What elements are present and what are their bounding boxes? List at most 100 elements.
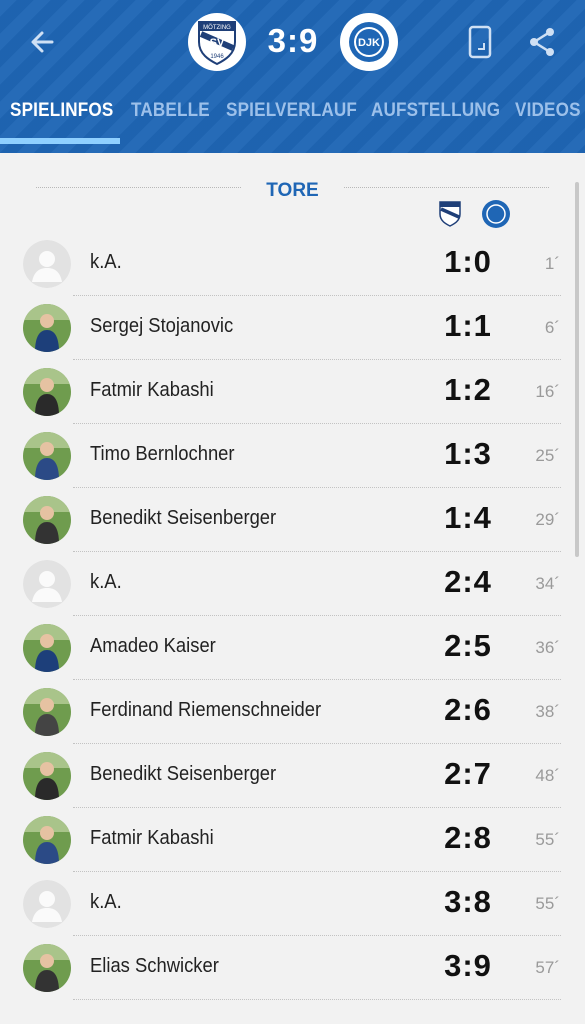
goal-row[interactable]: k.A. 2:4 34´ <box>0 552 585 616</box>
player-photo <box>23 624 71 672</box>
goal-row[interactable]: Fatmir Kabashi 1:2 16´ <box>0 360 585 424</box>
avatar-placeholder-icon <box>23 560 71 608</box>
scorer-name: Timo Bernlochner <box>90 443 235 465</box>
player-photo <box>23 496 71 544</box>
player-photo-icon <box>23 816 71 864</box>
top-bar: MÖTZING SV 1946 3:9 DJK <box>0 0 585 84</box>
scorer-name: Sergej Stojanovic <box>90 315 234 337</box>
goal-row[interactable]: Sergej Stojanovic 1:1 6´ <box>0 296 585 360</box>
goal-row[interactable]: k.A. 3:8 55´ <box>0 872 585 936</box>
scorer-name: Benedikt Seisenberger <box>90 507 277 529</box>
row-divider <box>73 999 561 1000</box>
player-photo-icon <box>23 624 71 672</box>
player-photo-icon <box>23 688 71 736</box>
running-score: 1:0 <box>444 244 492 279</box>
running-score: 2:7 <box>444 756 492 791</box>
section-divider-right <box>344 187 549 188</box>
person-silhouette-icon <box>23 880 71 928</box>
running-score: 2:5 <box>444 628 492 663</box>
goal-row[interactable]: Fatmir Kabashi 2:8 55´ <box>0 808 585 872</box>
scorer-name: k.A. <box>90 891 122 913</box>
player-photo-icon <box>23 496 71 544</box>
tab-spielverlauf[interactable]: SPIELVERLAUF <box>226 100 357 122</box>
goal-minute: 34´ <box>535 574 560 593</box>
player-photo-icon <box>23 304 71 352</box>
home-mini-crest <box>436 200 464 228</box>
player-photo <box>23 368 71 416</box>
tab-aufstellung[interactable]: AUFSTELLUNG <box>371 100 500 122</box>
home-team-crest[interactable]: MÖTZING SV 1946 <box>188 13 246 71</box>
player-photo-icon <box>23 432 71 480</box>
player-photo <box>23 688 71 736</box>
goal-minute: 38´ <box>535 702 560 721</box>
arrow-left-icon <box>31 31 54 53</box>
scorer-name: Fatmir Kabashi <box>90 827 214 849</box>
player-photo <box>23 432 71 480</box>
player-photo-icon <box>23 368 71 416</box>
phone-rotate-icon <box>468 25 492 59</box>
home-crest-year: 1946 <box>210 54 224 60</box>
goal-row[interactable]: Timo Bernlochner 1:3 25´ <box>0 424 585 488</box>
goal-minute: 16´ <box>535 382 560 401</box>
running-score: 1:3 <box>444 436 492 471</box>
back-button[interactable] <box>24 22 64 62</box>
goal-minute: 6´ <box>544 318 560 337</box>
share-icon <box>530 28 554 56</box>
away-team-crest[interactable]: DJK <box>340 13 398 71</box>
goal-minute: 57´ <box>535 958 560 977</box>
scorer-name: Amadeo Kaiser <box>90 635 216 657</box>
tab-spielinfos[interactable]: SPIELINFOS <box>10 100 113 122</box>
player-photo <box>23 816 71 864</box>
goal-minute: 29´ <box>535 510 560 529</box>
away-mini-crest <box>482 200 510 228</box>
avatar-placeholder-icon <box>23 240 71 288</box>
running-score: 3:8 <box>444 884 492 919</box>
person-silhouette-icon <box>23 240 71 288</box>
running-score: 2:8 <box>444 820 492 855</box>
match-header: MÖTZING SV 1946 3:9 DJK SPIELINFOS TABEL… <box>0 0 585 153</box>
scorer-name: k.A. <box>90 251 122 273</box>
running-score: 1:1 <box>444 308 492 343</box>
avatar-placeholder-icon <box>23 880 71 928</box>
rotate-device-button[interactable] <box>460 22 500 62</box>
home-crest-top-text: MÖTZING <box>203 24 231 31</box>
home-crest-label: SV <box>210 37 225 49</box>
running-score: 2:4 <box>444 564 492 599</box>
player-photo <box>23 752 71 800</box>
goal-minute: 48´ <box>535 766 560 785</box>
goal-row[interactable]: k.A. 1:0 1´ <box>0 232 585 296</box>
share-button[interactable] <box>522 22 562 62</box>
running-score: 2:6 <box>444 692 492 727</box>
away-logo-icon: DJK <box>349 22 389 62</box>
goal-row[interactable]: Benedikt Seisenberger 2:7 48´ <box>0 744 585 808</box>
player-photo-icon <box>23 752 71 800</box>
section-title-goals: TORE <box>266 180 319 201</box>
scorer-name: Benedikt Seisenberger <box>90 763 277 785</box>
person-silhouette-icon <box>23 560 71 608</box>
goal-minute: 55´ <box>535 830 560 849</box>
scorer-name: k.A. <box>90 571 122 593</box>
tab-bar: SPIELINFOS TABELLE SPIELVERLAUF AUFSTELL… <box>0 88 585 144</box>
tab-videos[interactable]: VIDEOS <box>515 100 581 122</box>
goal-row[interactable]: Ferdinand Riemenschneider 2:6 38´ <box>0 680 585 744</box>
home-mini-shield-icon <box>439 201 461 227</box>
running-score: 1:4 <box>444 500 492 535</box>
player-photo <box>23 944 71 992</box>
scorer-name: Fatmir Kabashi <box>90 379 214 401</box>
running-score: 3:9 <box>444 948 492 983</box>
player-photo-icon <box>23 944 71 992</box>
goal-minute: 55´ <box>535 894 560 913</box>
away-crest-label: DJK <box>358 37 380 49</box>
away-mini-logo-icon <box>483 201 509 227</box>
player-photo <box>23 304 71 352</box>
match-score: 3:9 <box>267 22 319 59</box>
running-score: 1:2 <box>444 372 492 407</box>
goal-row[interactable]: Elias Schwicker 3:9 57´ <box>0 936 585 1000</box>
goal-minute: 25´ <box>535 446 560 465</box>
goal-minute: 36´ <box>535 638 560 657</box>
goal-row[interactable]: Amadeo Kaiser 2:5 36´ <box>0 616 585 680</box>
scorer-name: Ferdinand Riemenschneider <box>90 699 322 721</box>
tab-tabelle[interactable]: TABELLE <box>131 100 210 122</box>
goal-minute: 1´ <box>544 254 560 273</box>
goal-row[interactable]: Benedikt Seisenberger 1:4 29´ <box>0 488 585 552</box>
